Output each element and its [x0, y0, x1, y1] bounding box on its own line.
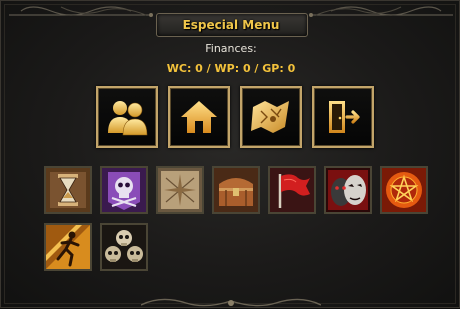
- finances-value: WC: 0 / WP: 0 / GP: 0: [166, 62, 296, 75]
- pentagram-icon: [382, 168, 426, 212]
- running-man-skill[interactable]: [44, 223, 92, 271]
- masks-icon: [326, 168, 370, 212]
- map-scroll-icon: [251, 101, 289, 133]
- map-skill[interactable]: [156, 166, 204, 214]
- party-button[interactable]: [96, 86, 158, 148]
- running-man-icon: [46, 225, 90, 269]
- skulls-skill[interactable]: [100, 223, 148, 271]
- hourglass-skill[interactable]: [44, 166, 92, 214]
- skull-banner-icon: [102, 168, 146, 212]
- home-button[interactable]: [168, 86, 230, 148]
- bottom-ornament: [141, 298, 321, 307]
- pentagram-skill[interactable]: [380, 166, 428, 214]
- hourglass-icon: [46, 168, 90, 212]
- finances-label: Finances:: [205, 42, 257, 55]
- map-icon: [158, 168, 202, 212]
- house-icon: [181, 101, 217, 133]
- party-icon: [108, 101, 148, 136]
- chest-skill[interactable]: [212, 166, 260, 214]
- masks-skill[interactable]: [324, 166, 372, 214]
- flag-skill[interactable]: [268, 166, 316, 214]
- purple-skull-skill[interactable]: [100, 166, 148, 214]
- exit-button[interactable]: [312, 86, 374, 148]
- teleport-map-button[interactable]: [240, 86, 302, 148]
- skull-pile-icon: [102, 225, 146, 269]
- exit-door-icon: [329, 101, 360, 133]
- menu-title: Especial Menu: [182, 18, 280, 32]
- especial-menu-window: Especial Menu Finances: WC: 0 / WP: 0 / …: [0, 0, 460, 308]
- chest-icon: [214, 168, 258, 212]
- red-flag-icon: [270, 168, 314, 212]
